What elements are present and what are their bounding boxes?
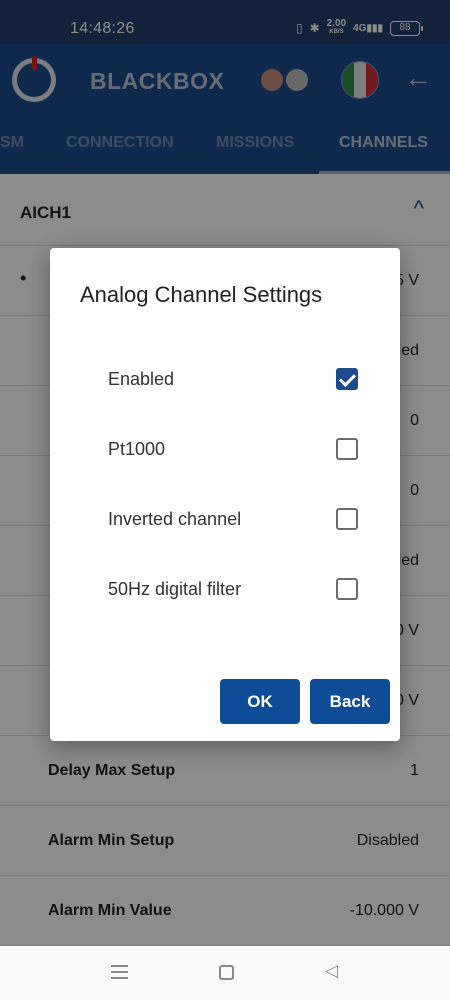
option-label: Enabled: [108, 369, 175, 389]
dialog-title: Analog Channel Settings: [80, 282, 323, 307]
option-inverted-channel[interactable]: Inverted channel: [50, 499, 400, 539]
menu-icon[interactable]: [111, 965, 128, 983]
checkbox-50hz-digital-filter[interactable]: [336, 578, 358, 600]
home-icon[interactable]: [219, 965, 234, 980]
option-pt1000[interactable]: Pt1000: [50, 429, 400, 469]
option-50hz-digital-filter[interactable]: 50Hz digital filter: [50, 569, 400, 609]
back-triangle-icon[interactable]: ◁: [325, 961, 338, 981]
option-label: Inverted channel: [108, 509, 242, 529]
option-enabled[interactable]: Enabled: [50, 359, 400, 399]
ok-button[interactable]: OK: [220, 679, 300, 724]
system-nav-bar: ◁: [0, 946, 450, 1000]
checkbox-pt1000[interactable]: [336, 438, 358, 460]
checkbox-inverted-channel[interactable]: [336, 508, 358, 530]
analog-channel-settings-dialog: Analog Channel Settings Enabled Pt1000 I…: [50, 248, 400, 741]
option-label: Pt1000: [108, 439, 166, 459]
back-button[interactable]: Back: [310, 679, 390, 724]
option-label: 50Hz digital filter: [108, 579, 242, 599]
checkbox-enabled[interactable]: [336, 368, 358, 390]
